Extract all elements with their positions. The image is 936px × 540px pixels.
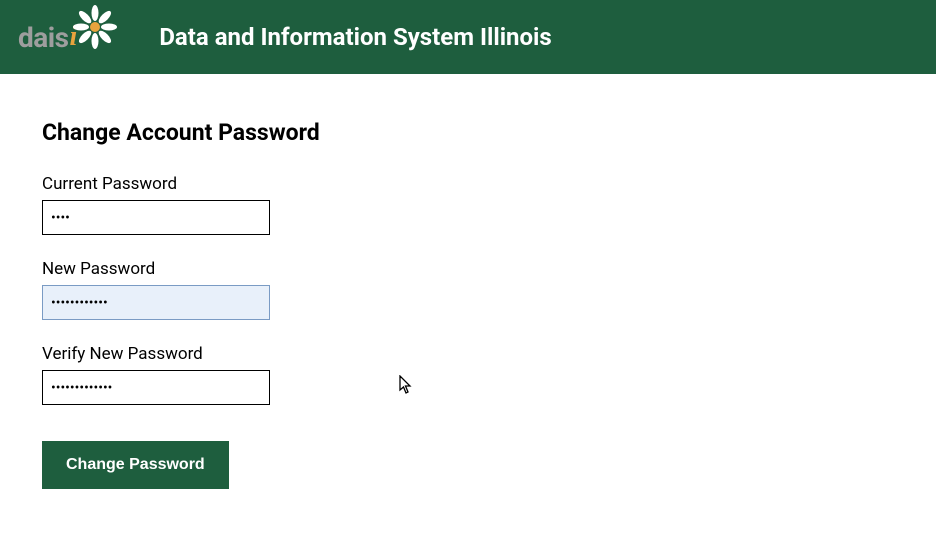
current-password-group: Current Password xyxy=(42,174,894,235)
new-password-input[interactable] xyxy=(42,285,270,320)
logo: dais i xyxy=(18,21,119,54)
page-title: Change Account Password xyxy=(42,119,894,146)
logo-text: dais xyxy=(18,21,69,54)
daisy-flower-icon xyxy=(71,3,119,51)
main-content: Change Account Password Current Password… xyxy=(0,74,936,534)
verify-password-label: Verify New Password xyxy=(42,344,894,364)
new-password-group: New Password xyxy=(42,259,894,320)
new-password-label: New Password xyxy=(42,259,894,279)
current-password-input[interactable] xyxy=(42,200,270,235)
change-password-button[interactable]: Change Password xyxy=(42,441,229,489)
verify-password-group: Verify New Password xyxy=(42,344,894,405)
app-header: dais i Data and Information System Illin… xyxy=(0,0,936,74)
current-password-label: Current Password xyxy=(42,174,894,194)
verify-password-input[interactable] xyxy=(42,370,270,405)
app-title: Data and Information System Illinois xyxy=(159,23,551,51)
